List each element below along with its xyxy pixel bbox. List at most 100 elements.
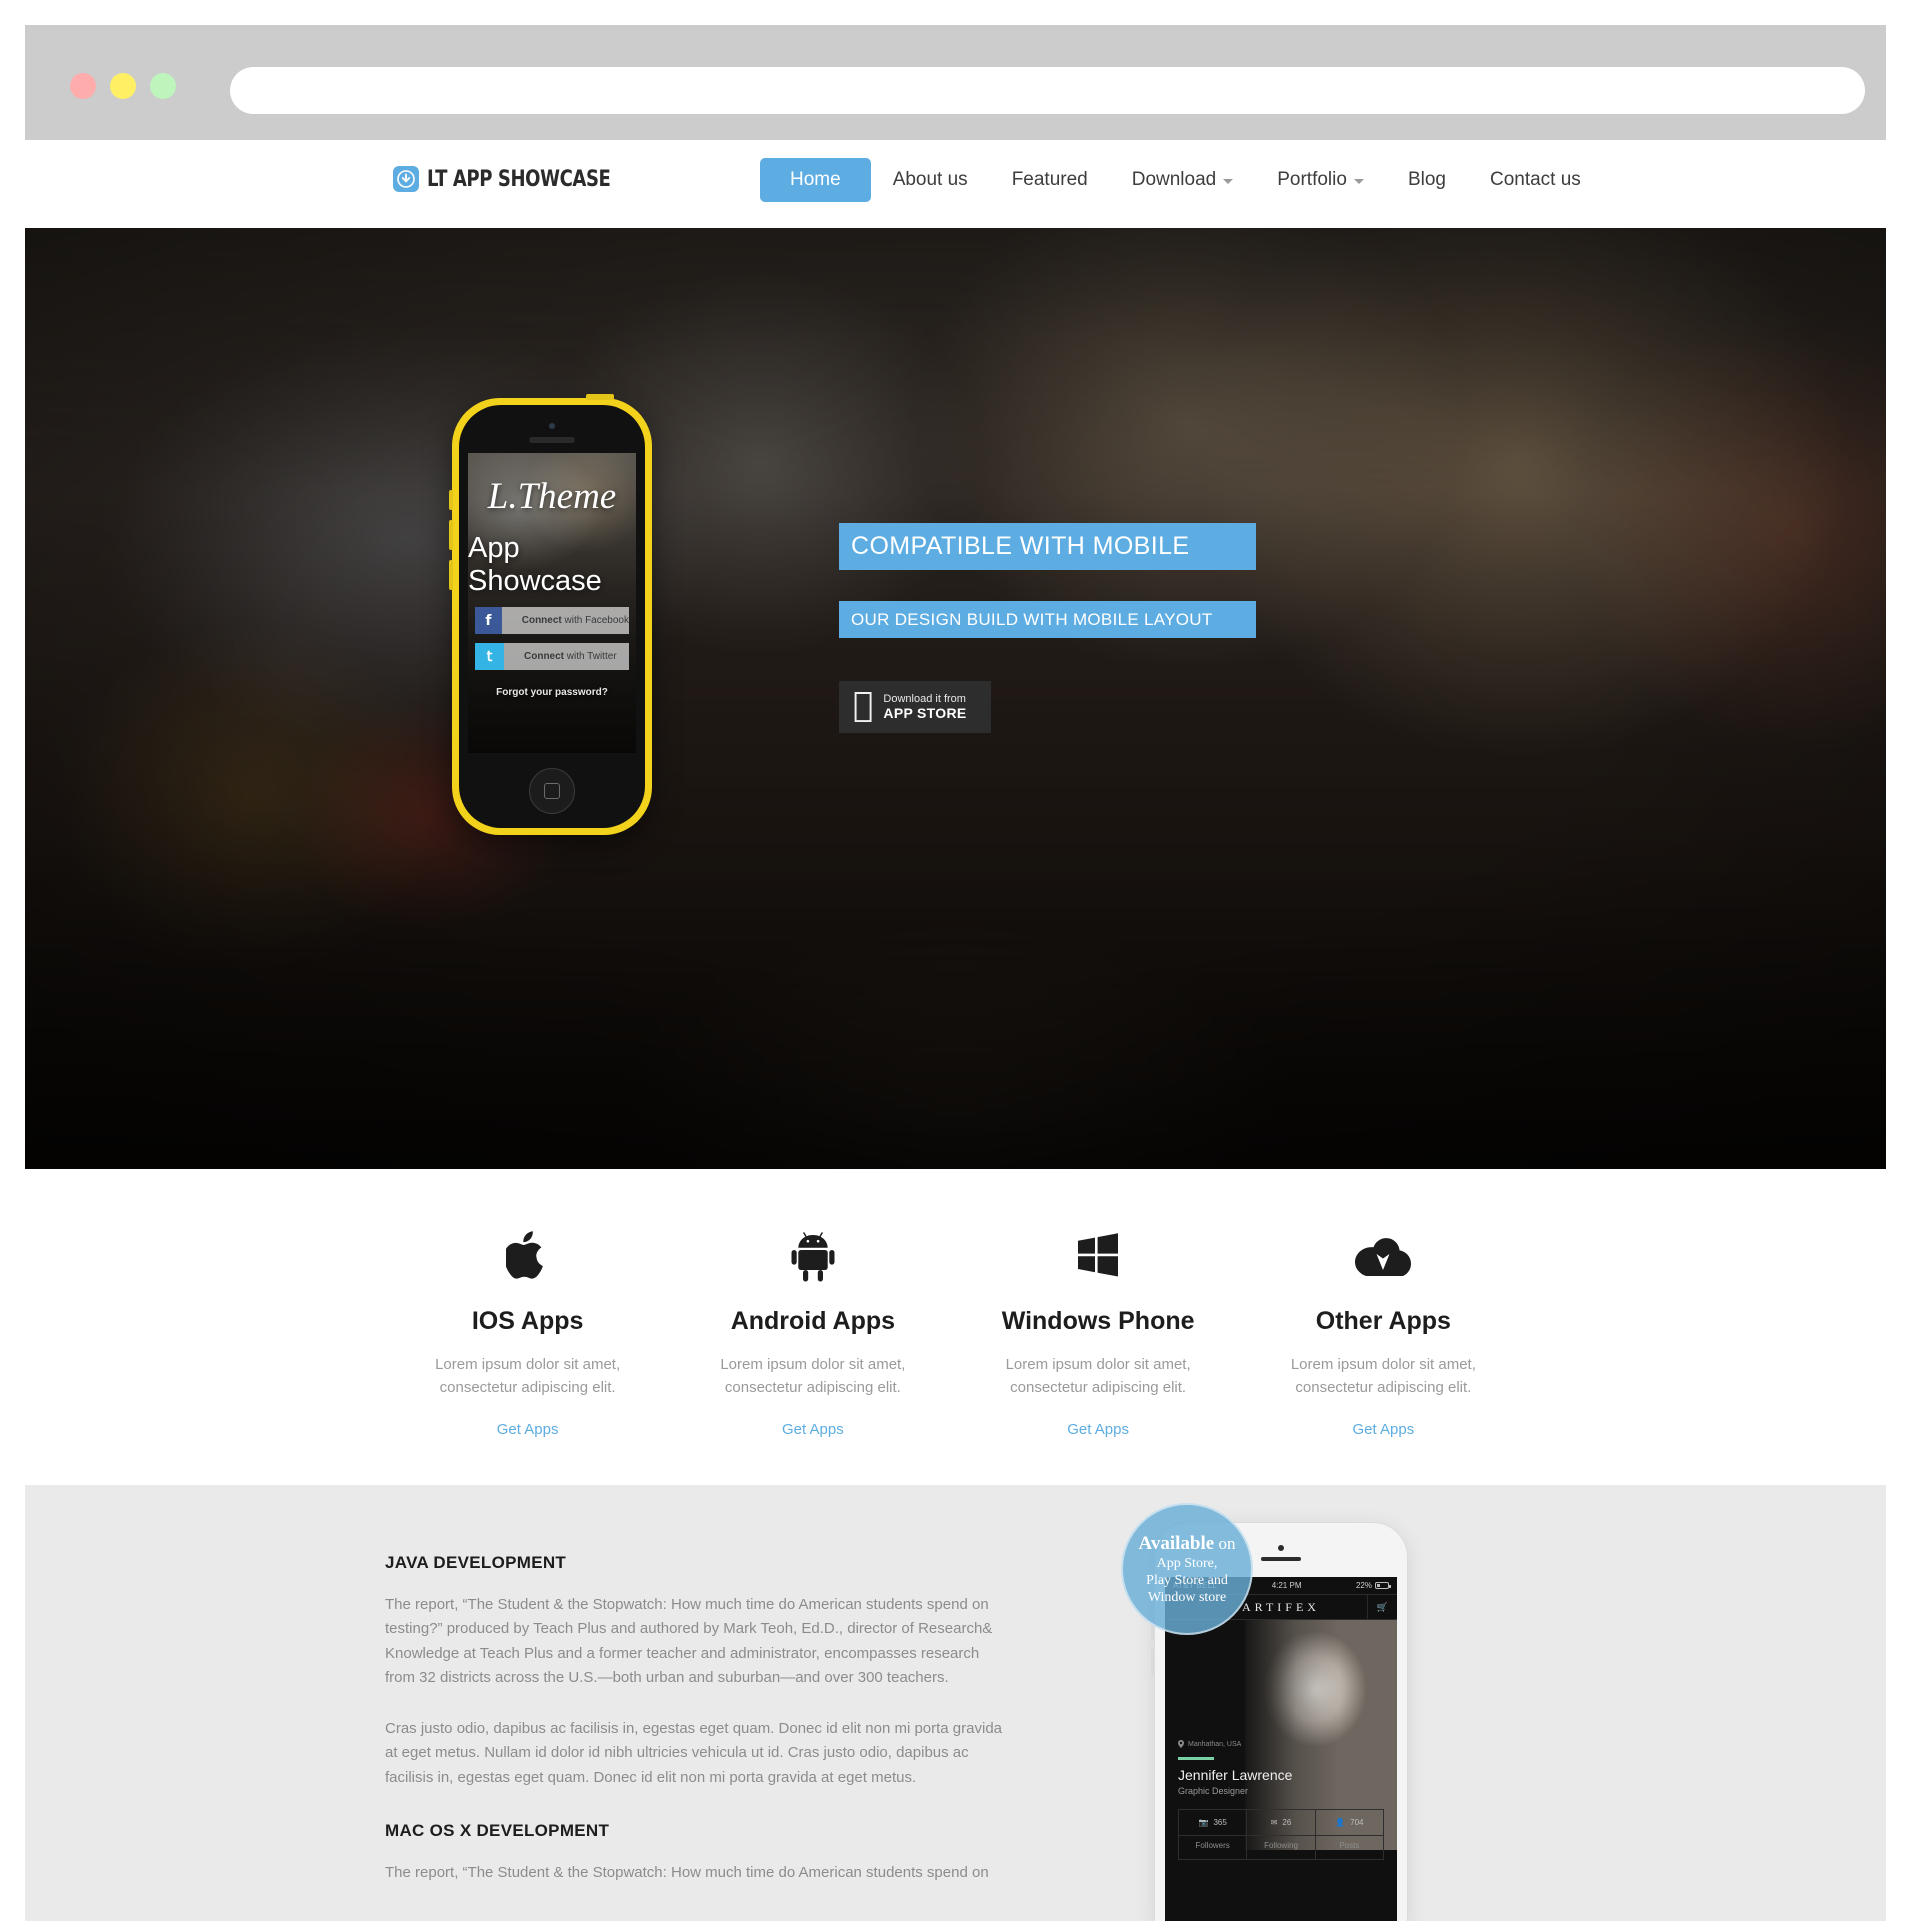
nav-item-portfolio[interactable]: Portfolio xyxy=(1255,158,1386,202)
hero-headline-band: COMPATIBLE WITH MOBILE xyxy=(839,523,1256,570)
tab-posts[interactable]: Posts xyxy=(1316,1836,1383,1859)
hero-subhead-band: OUR DESIGN BUILD WITH MOBILE LAYOUT xyxy=(839,601,1256,638)
app-store-line2: APP STORE xyxy=(863,705,966,721)
profile-stats-row: 📷 365 ✉ 26 👤 704 xyxy=(1178,1809,1384,1836)
nav-item-download[interactable]: Download xyxy=(1110,158,1256,202)
tab-following[interactable]: Following xyxy=(1247,1836,1316,1859)
get-apps-link[interactable]: Get Apps xyxy=(497,1421,559,1438)
windows-icon xyxy=(1074,1227,1122,1283)
feature-description: Lorem ipsum dolor sit amet, consectetur … xyxy=(720,1356,906,1396)
nav-label: Contact us xyxy=(1489,169,1581,190)
stat-people: 👤 704 xyxy=(1316,1810,1383,1835)
android-icon xyxy=(791,1227,835,1283)
java-development-paragraph-1: The report, “The Student & the Stopwatch… xyxy=(385,1596,993,1687)
twitter-icon: 𝗍 xyxy=(475,643,504,670)
address-bar[interactable] xyxy=(230,67,1865,114)
availability-badge: Available on App Store, Play Store and W… xyxy=(1121,1503,1253,1635)
phone-camera-icon xyxy=(549,423,555,429)
nav-item-home[interactable]: Home xyxy=(760,158,871,202)
hero-section: L.Theme App Showcase f Connect with Face… xyxy=(25,228,1886,1169)
feature-description: Lorem ipsum dolor sit amet, consectetur … xyxy=(1290,1356,1476,1396)
nav-label: Featured xyxy=(1011,169,1088,190)
connect-twitter-label: Connect with Twitter xyxy=(524,651,617,662)
download-circle-icon xyxy=(393,166,419,192)
connect-twitter-button[interactable]: 𝗍 Connect with Twitter xyxy=(475,643,629,670)
phone-screen: L.Theme App Showcase f Connect with Face… xyxy=(468,453,636,753)
chevron-down-icon xyxy=(1353,179,1364,184)
mac-os-x-development-paragraph-1: The report, “The Student & the Stopwatch… xyxy=(385,1864,989,1882)
feature-title: Windows Phone xyxy=(1001,1307,1195,1335)
person-icon: 👤 xyxy=(1335,1818,1346,1827)
site-header: LT APP SHOWCASE Home About us Featured D… xyxy=(25,140,1886,228)
battery-icon xyxy=(1374,1582,1391,1589)
feature-description: Lorem ipsum dolor sit amet, consectetur … xyxy=(1005,1356,1191,1396)
stat-value: 365 xyxy=(1213,1818,1227,1827)
nav-label: Blog xyxy=(1407,169,1446,190)
java-development-paragraph-2: Cras justo odio, dapibus ac facilisis in… xyxy=(385,1719,1002,1786)
nav-label: About us xyxy=(892,169,968,190)
feature-title: IOS Apps xyxy=(471,1307,584,1335)
profile-tabs-row: Followers Following Posts xyxy=(1178,1836,1384,1860)
nav-label: Download xyxy=(1131,169,1217,190)
apple-icon:  xyxy=(853,688,873,722)
phone-mute-switch xyxy=(449,490,453,510)
nav-label: Portfolio xyxy=(1277,169,1347,190)
stat-value: 704 xyxy=(1350,1818,1364,1827)
nav-item-featured[interactable]: Featured xyxy=(990,158,1110,202)
get-apps-link[interactable]: Get Apps xyxy=(782,1421,844,1438)
feature-card-windows: Windows Phone Lorem ipsum dolor sit amet… xyxy=(956,1227,1241,1485)
development-phone-mockup: Available on App Store, Play Store and W… xyxy=(1121,1497,1407,1921)
dev-phone-speaker xyxy=(1261,1557,1301,1561)
nav-item-contact-us[interactable]: Contact us xyxy=(1468,158,1603,202)
maximize-window-button[interactable] xyxy=(150,73,176,99)
battery-percent-label: 22% xyxy=(1355,1581,1372,1590)
feature-title: Other Apps xyxy=(1315,1307,1451,1335)
feature-title: Android Apps xyxy=(730,1307,896,1335)
dev-phone-volume-down-button xyxy=(1151,1649,1154,1675)
phone-volume-down-button xyxy=(449,560,453,590)
phone-speaker xyxy=(529,437,575,443)
availability-badge-line1: Available on xyxy=(1138,1532,1236,1554)
envelope-icon: ✉ xyxy=(1270,1818,1278,1827)
cart-icon[interactable]: 🛒 xyxy=(1367,1595,1397,1619)
app-subtitle-text: App Showcase xyxy=(468,532,602,597)
app-store-download-button[interactable]:  Download it from APP STORE xyxy=(839,681,991,733)
tab-followers[interactable]: Followers xyxy=(1179,1836,1248,1859)
minimize-window-button[interactable] xyxy=(110,73,136,99)
get-apps-link[interactable]: Get Apps xyxy=(1353,1421,1415,1438)
phone-bezel: L.Theme App Showcase f Connect with Face… xyxy=(459,405,645,828)
site-logo[interactable]: LT APP SHOWCASE xyxy=(393,166,651,192)
nav-label: Home xyxy=(790,169,841,190)
profile-role: Graphic Designer xyxy=(1178,1786,1249,1796)
hero-headline-text: COMPATIBLE WITH MOBILE xyxy=(851,532,1190,560)
forgot-password-link[interactable]: Forgot your password? xyxy=(496,687,608,698)
development-section: JAVA DEVELOPMENT The report, “The Studen… xyxy=(25,1485,1886,1921)
nav-item-about-us[interactable]: About us xyxy=(871,158,990,202)
stat-photos: 📷 365 xyxy=(1179,1810,1248,1835)
connect-facebook-button[interactable]: f Connect with Facebook xyxy=(475,607,629,634)
feature-description: Lorem ipsum dolor sit amet, consectetur … xyxy=(435,1356,621,1396)
pin-icon xyxy=(1178,1740,1184,1748)
availability-badge-line3: Play Store and xyxy=(1146,1573,1228,1589)
apple-icon xyxy=(505,1227,550,1283)
phone-volume-up-button xyxy=(449,520,453,550)
clock-label: 4:21 PM xyxy=(1271,1581,1302,1590)
feature-card-ios: IOS Apps Lorem ipsum dolor sit amet, con… xyxy=(385,1227,670,1485)
chevron-down-icon xyxy=(1223,179,1234,184)
mac-os-x-development-heading: MAC OS X DEVELOPMENT xyxy=(385,1821,610,1841)
phone-power-button xyxy=(586,394,614,400)
close-window-button[interactable] xyxy=(70,73,96,99)
app-logo-text: L.Theme xyxy=(487,476,617,517)
main-navigation: Home About us Featured Download Portfoli… xyxy=(760,158,1603,202)
feature-card-other: Other Apps Lorem ipsum dolor sit amet, c… xyxy=(1241,1227,1526,1485)
get-apps-link[interactable]: Get Apps xyxy=(1067,1421,1129,1438)
availability-badge-line4: Window store xyxy=(1147,1590,1227,1606)
phone-home-button[interactable] xyxy=(529,768,575,814)
facebook-icon: f xyxy=(475,607,502,634)
nav-item-blog[interactable]: Blog xyxy=(1386,158,1468,202)
profile-location-label: Manhathan, USA xyxy=(1188,1740,1242,1748)
profile-location: Manhathan, USA xyxy=(1178,1740,1241,1748)
app-brand-label: ARTIFEX xyxy=(1242,1599,1320,1614)
app-store-line1: Download it from xyxy=(863,693,966,705)
hero-phone-mockup: L.Theme App Showcase f Connect with Face… xyxy=(449,394,652,835)
